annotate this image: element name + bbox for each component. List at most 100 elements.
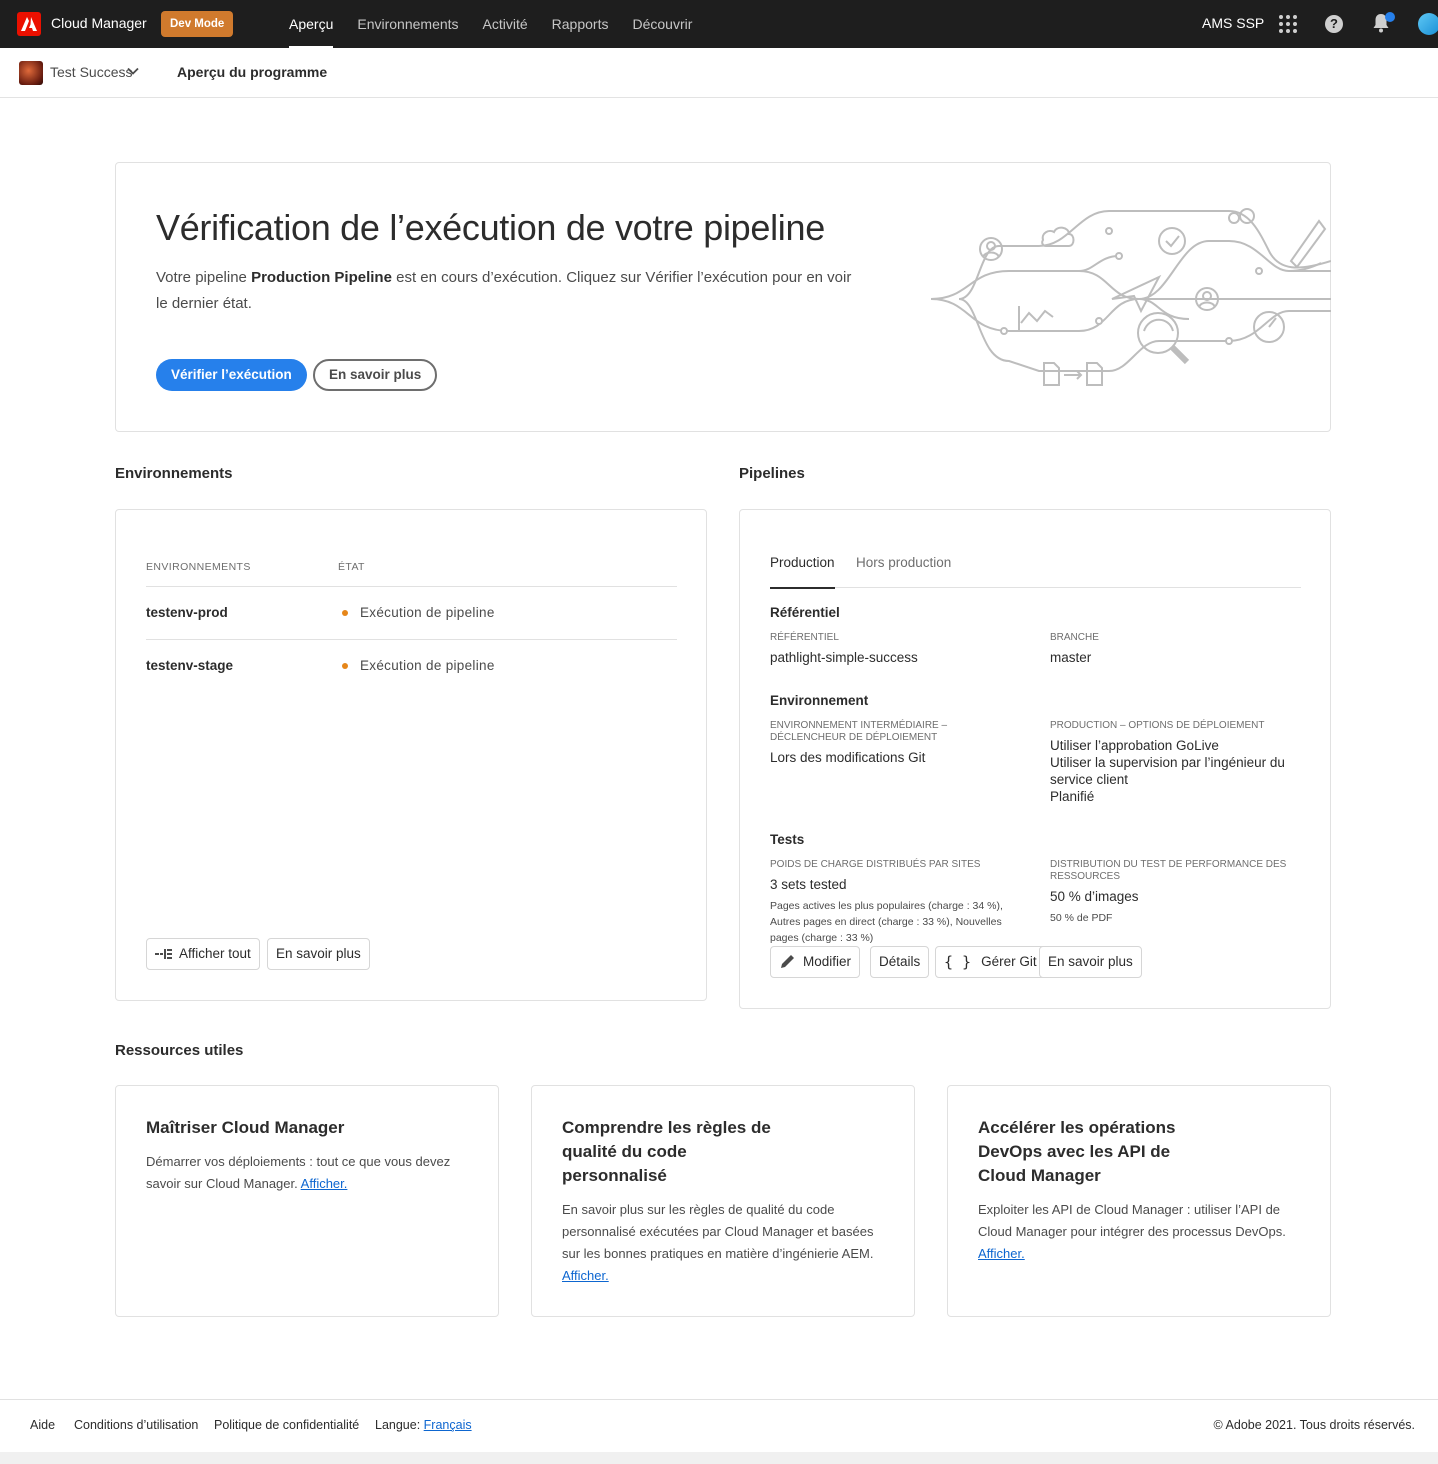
stage-trigger-value: Lors des modifications Git: [770, 750, 926, 765]
language-link[interactable]: Français: [424, 1418, 472, 1432]
resource-card: Comprendre les règles de qualité du code…: [531, 1085, 915, 1317]
manage-git-label: Gérer Git: [981, 954, 1037, 969]
program-switcher[interactable]: Test Success: [50, 64, 132, 80]
sub-header: Test Success Aperçu du programme: [0, 48, 1438, 98]
resource-title: Maîtriser Cloud Manager: [146, 1118, 345, 1137]
resource-description: En savoir plus sur les règles de qualité…: [562, 1202, 874, 1261]
prod-options-label: PRODUCTION – OPTIONS DE DÉPLOIEMENT: [1050, 720, 1265, 731]
nav-apercu[interactable]: Aperçu: [289, 0, 334, 48]
nav-activite[interactable]: Activité: [483, 0, 528, 48]
top-bar: Cloud Manager Dev Mode Aperçu Environnem…: [0, 0, 1438, 48]
footer-terms-link[interactable]: Conditions d’utilisation: [74, 1418, 198, 1432]
branch-label: BRANCHE: [1050, 632, 1099, 643]
environments-section-title: Environnements: [115, 465, 233, 482]
footer-privacy-link[interactable]: Politique de confidentialité: [214, 1418, 359, 1432]
hero-text-start: Votre pipeline: [156, 269, 252, 286]
show-all-label: Afficher tout: [179, 946, 251, 961]
adobe-logo-icon[interactable]: [17, 12, 41, 36]
resources-section-title: Ressources utiles: [115, 1042, 244, 1059]
dev-mode-badge: Dev Mode: [161, 11, 234, 37]
apps-grid-icon[interactable]: [1277, 13, 1299, 35]
nav-rapports[interactable]: Rapports: [552, 0, 609, 48]
resource-link[interactable]: Afficher.: [562, 1268, 609, 1283]
help-icon[interactable]: ?: [1325, 15, 1343, 33]
copyright: © Adobe 2021. Tous droits réservés.: [1213, 1418, 1415, 1432]
user-avatar[interactable]: [1418, 13, 1438, 35]
repository-label: RÉFÉRENTIEL: [770, 632, 839, 643]
load-weights-detail: Pages actives les plus populaires (charg…: [770, 900, 1003, 944]
tree-view-icon: [155, 949, 172, 959]
stage-trigger-label: ENVIRONNEMENT INTERMÉDIAIRE – DÉCLENCHEU…: [770, 720, 948, 743]
program-avatar: [19, 61, 43, 85]
page-title: Aperçu du programme: [177, 64, 328, 80]
nav-decouvrir[interactable]: Découvrir: [632, 0, 692, 48]
details-button[interactable]: Détails: [870, 946, 930, 978]
state-column-header: ÉTAT: [338, 561, 365, 573]
resource-text: Exploiter les API de Cloud Manager : uti…: [978, 1199, 1308, 1265]
edit-button[interactable]: Modifier: [770, 946, 861, 978]
resource-description: Exploiter les API de Cloud Manager : uti…: [978, 1202, 1286, 1239]
environment-state: Exécution de pipeline: [360, 605, 495, 620]
env-column-header: ENVIRONNEMENTS: [146, 561, 251, 573]
resource-title: Accélérer les opérations DevOps avec les…: [978, 1118, 1176, 1185]
environment-name[interactable]: testenv-prod: [146, 605, 228, 620]
language-label: Langue:: [375, 1418, 421, 1432]
pipeline-learn-more-button[interactable]: En savoir plus: [1039, 946, 1142, 978]
repository-value: pathlight-simple-success: [770, 650, 918, 665]
resource-text: En savoir plus sur les règles de qualité…: [562, 1199, 892, 1287]
chevron-down-icon[interactable]: [127, 66, 139, 76]
hero-text: Votre pipeline Production Pipeline est e…: [156, 265, 856, 317]
resource-title: Comprendre les règles de qualité du code…: [562, 1118, 771, 1185]
pipelines-card: Production Hors production Référentiel R…: [739, 509, 1331, 1009]
tab-production[interactable]: Production: [770, 555, 835, 589]
pipeline-illustration-icon: [930, 208, 1331, 386]
tab-hors-production[interactable]: Hors production: [856, 555, 951, 588]
notification-dot: [1385, 12, 1395, 22]
env-learn-more-button[interactable]: En savoir plus: [267, 938, 370, 970]
resource-text: Démarrer vos déploiements : tout ce que …: [146, 1151, 476, 1195]
resource-card: Maîtriser Cloud Manager Démarrer vos dép…: [115, 1085, 499, 1317]
show-all-button[interactable]: Afficher tout: [146, 938, 260, 970]
footer: Aide Conditions d’utilisation Politique …: [0, 1399, 1438, 1452]
status-dot: [342, 663, 348, 669]
prod-option: Utiliser la supervision par l’ingénieur …: [1050, 755, 1285, 787]
resource-card: Accélérer les opérations DevOps avec les…: [947, 1085, 1331, 1317]
edit-label: Modifier: [803, 954, 852, 969]
hero-title: Vérification de l’exécution de votre pip…: [156, 207, 825, 248]
main-nav: Aperçu Environnements Activité Rapports …: [289, 0, 692, 48]
hero-learn-more-button[interactable]: En savoir plus: [313, 359, 438, 391]
braces-icon: { }: [944, 953, 972, 971]
load-weights-value: 3 sets tested: [770, 877, 847, 892]
footer-help-link[interactable]: Aide: [30, 1418, 55, 1432]
environment-section-title: Environnement: [770, 693, 869, 708]
nav-environnements[interactable]: Environnements: [357, 0, 458, 48]
table-row[interactable]: testenv-prod Exécution de pipeline: [146, 586, 677, 639]
check-execution-button[interactable]: Vérifier l’exécution: [156, 359, 307, 391]
pencil-icon: [781, 955, 794, 968]
resource-link[interactable]: Afficher.: [301, 1176, 348, 1191]
page: Cloud Manager Dev Mode Aperçu Environnem…: [0, 0, 1438, 1452]
prod-option: Planifié: [1050, 789, 1095, 804]
table-row[interactable]: testenv-stage Exécution de pipeline: [146, 639, 677, 692]
pipeline-hero-card: Vérification de l’exécution de votre pip…: [115, 162, 1331, 432]
branch-value: master: [1050, 650, 1092, 665]
manage-git-button[interactable]: { } Gérer Git: [935, 946, 1046, 978]
load-weights-label: POIDS DE CHARGE DISTRIBUÉS PAR SITES: [770, 859, 981, 870]
pipeline-tabs: Production Hors production: [770, 555, 1301, 589]
perf-distribution-label: DISTRIBUTION DU TEST DE PERFORMANCE DES …: [1050, 859, 1287, 882]
tests-section-title: Tests: [770, 832, 805, 847]
pipelines-section-title: Pipelines: [739, 465, 805, 482]
resource-description: Démarrer vos déploiements : tout ce que …: [146, 1154, 451, 1191]
perf-distribution-value: 50 % d’images: [1050, 889, 1139, 904]
environment-name[interactable]: testenv-stage: [146, 658, 233, 673]
status-dot: [342, 610, 348, 616]
app-name[interactable]: Cloud Manager: [51, 15, 147, 31]
repository-section-title: Référentiel: [770, 605, 840, 620]
pipeline-name: Production Pipeline: [251, 269, 392, 286]
org-switcher[interactable]: AMS SSP: [1202, 15, 1264, 31]
resource-link[interactable]: Afficher.: [978, 1246, 1025, 1261]
environment-state: Exécution de pipeline: [360, 658, 495, 673]
footer-language: Langue: Français: [375, 1418, 472, 1432]
perf-distribution-detail: 50 % de PDF: [1050, 912, 1113, 924]
environments-card: ENVIRONNEMENTS ÉTAT testenv-prod Exécuti…: [115, 509, 707, 1001]
